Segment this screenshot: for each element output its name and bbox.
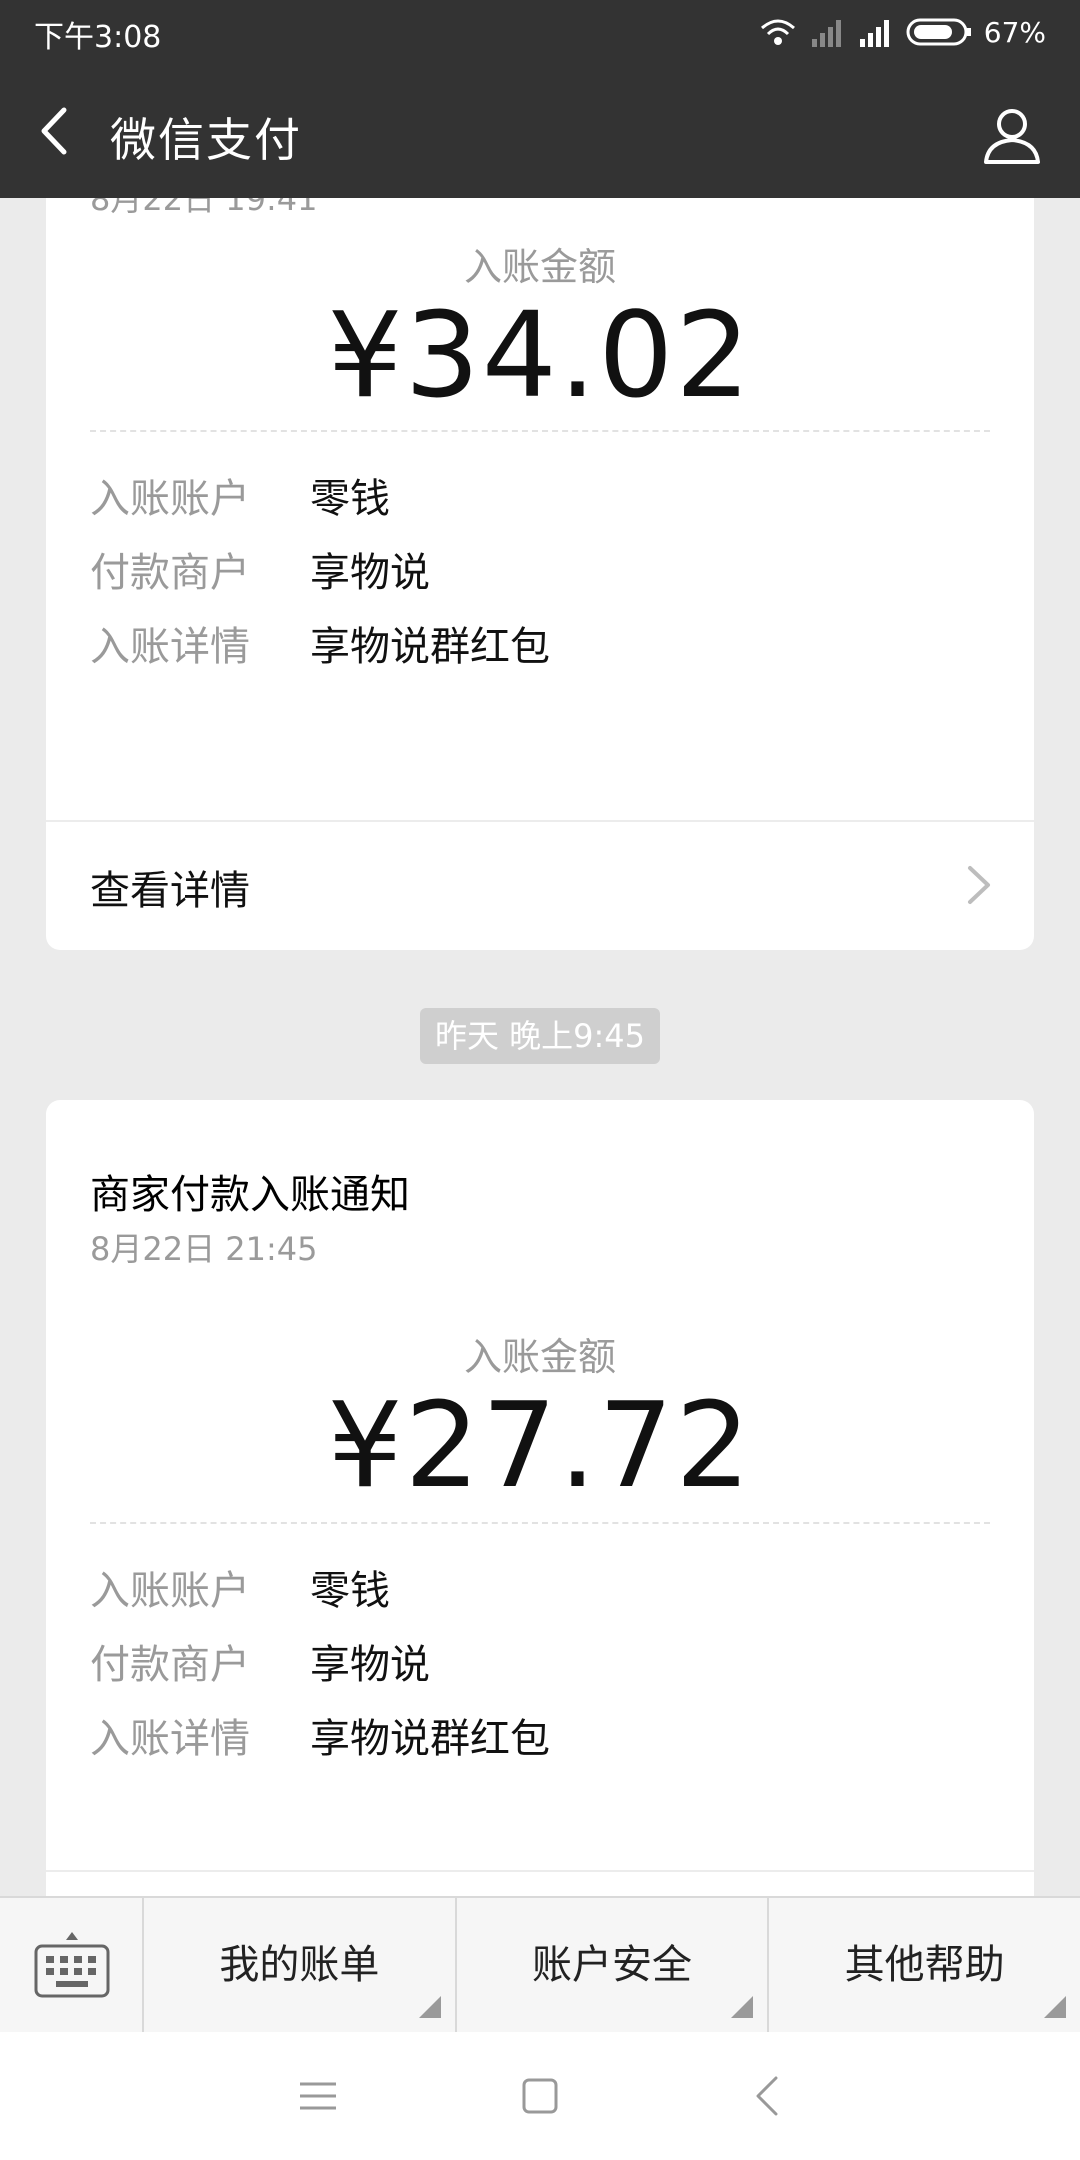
info-key: 付款商户 (90, 550, 250, 596)
view-details-link[interactable]: 查看详情 (46, 820, 1034, 950)
menu-lines-icon[interactable] (294, 2072, 342, 2120)
profile-icon[interactable] (980, 102, 1044, 166)
signal-icon-2 (859, 20, 889, 47)
info-value: 享物说 (310, 550, 430, 596)
message-list[interactable]: 8月22日 19:41 入账金额 ¥34.02 入账账户 零钱 付款商户 享物说… (0, 198, 1080, 1898)
info-value: 零钱 (310, 476, 390, 522)
home-square-icon[interactable] (516, 2072, 564, 2120)
card-divider (46, 1870, 1034, 1872)
info-value: 享物说 (310, 1642, 430, 1688)
system-nav-bar (0, 2032, 1080, 2160)
battery-icon (906, 18, 971, 46)
info-row: 付款商户 享物说 (90, 1632, 430, 1688)
info-value: 享物说群红包 (310, 624, 550, 670)
payment-card: 8月22日 19:41 入账金额 ¥34.02 入账账户 零钱 付款商户 享物说… (46, 198, 1034, 950)
menu-label: 账户安全 (532, 1942, 692, 1988)
amount-value: ¥27.72 (327, 1376, 753, 1514)
info-value: 零钱 (310, 1568, 390, 1614)
page-title: 微信支付 (110, 113, 302, 167)
timestamp-pill: 昨天 晚上9:45 (420, 1008, 660, 1064)
card-date: 8月22日 21:45 (90, 1230, 318, 1268)
info-key: 入账账户 (90, 1568, 250, 1614)
status-indicators: 67% (758, 12, 1046, 52)
status-bar: 下午3:08 67% (0, 0, 1080, 66)
info-key: 入账详情 (90, 624, 250, 670)
amount-value: ¥34.02 (327, 286, 753, 424)
submenu-indicator-icon (418, 1996, 441, 2018)
chevron-right-icon (968, 866, 990, 904)
menu-label: 其他帮助 (844, 1942, 1005, 1988)
keyboard-icon (34, 1932, 110, 1998)
info-row: 入账账户 零钱 (90, 1558, 390, 1614)
info-row: 入账详情 享物说群红包 (90, 614, 550, 670)
battery-percent: 67% (983, 15, 1046, 49)
info-value: 享物说群红包 (310, 1716, 550, 1762)
info-key: 付款商户 (90, 1642, 250, 1688)
status-time: 下午3:08 (34, 20, 162, 55)
submenu-indicator-icon (731, 1996, 754, 2018)
payment-card: 商家付款入账通知 8月22日 21:45 入账金额 ¥27.72 入账账户 零钱… (46, 1100, 1034, 1898)
signal-icon (811, 20, 841, 47)
info-key: 入账详情 (90, 1716, 250, 1762)
amount-label: 入账金额 (463, 245, 616, 289)
menu-other-help[interactable]: 其他帮助 (769, 1898, 1080, 2032)
amount-label: 入账金额 (463, 1335, 616, 1379)
title-bar: 微信支付 (0, 66, 1080, 198)
info-row: 入账账户 零钱 (90, 466, 390, 522)
view-details-label: 查看详情 (90, 868, 250, 914)
info-row: 付款商户 享物说 (90, 540, 430, 596)
wifi-icon (760, 19, 795, 45)
back-arrow-icon[interactable] (30, 96, 80, 166)
submenu-indicator-icon (1044, 1996, 1067, 2018)
keyboard-toggle-button[interactable] (0, 1898, 144, 2032)
card-date: 8月22日 19:41 (90, 198, 318, 218)
info-row: 入账详情 享物说群红包 (90, 1706, 550, 1762)
dashed-divider (90, 1522, 990, 1524)
menu-account-security[interactable]: 账户安全 (457, 1898, 770, 2032)
bottom-menu: 我的账单 账户安全 其他帮助 (0, 1896, 1080, 2032)
back-triangle-icon[interactable] (744, 2072, 792, 2120)
menu-label: 我的账单 (219, 1942, 380, 1988)
dashed-divider (90, 430, 990, 432)
info-key: 入账账户 (90, 476, 250, 522)
card-title: 商家付款入账通知 (90, 1172, 410, 1218)
menu-my-bills[interactable]: 我的账单 (144, 1898, 457, 2032)
